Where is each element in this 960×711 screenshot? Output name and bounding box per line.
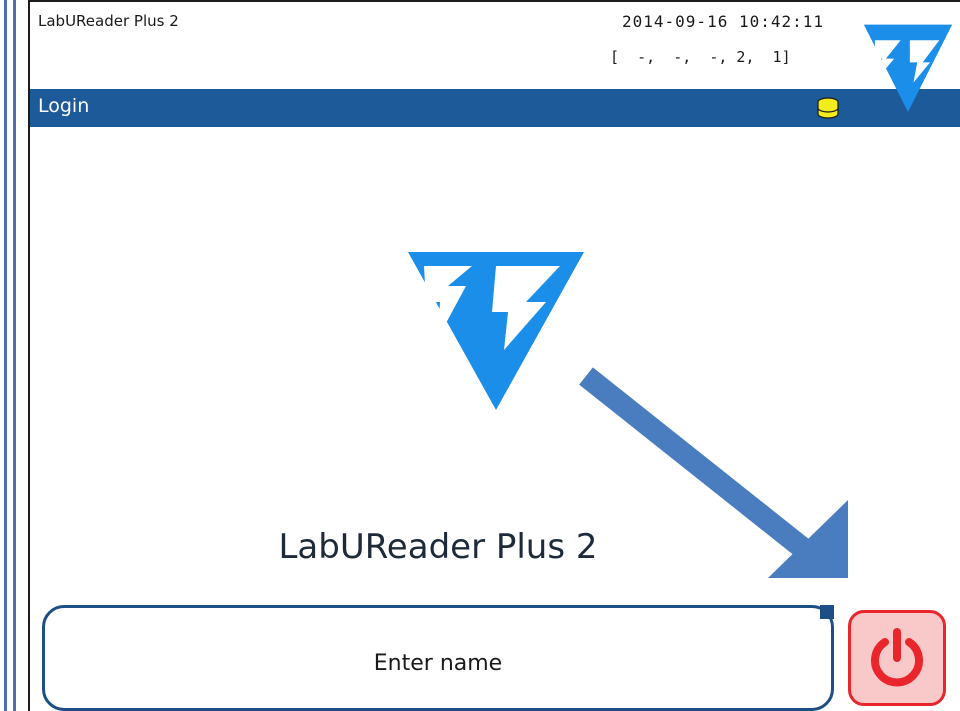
title-bar: Login [30, 89, 960, 127]
brand-logo-icon [408, 252, 584, 410]
page-title: Login [38, 95, 90, 117]
input-corner-tab [820, 605, 834, 619]
annotation-arrow [579, 367, 848, 578]
power-button[interactable] [848, 610, 946, 706]
database-icon [817, 97, 839, 119]
left-frame-line [4, 0, 7, 711]
power-icon [871, 628, 923, 687]
name-input-placeholder: Enter name [373, 650, 503, 676]
date-time: 2014-09-16 10:42:11 [622, 12, 825, 31]
left-frame-line-inner [13, 0, 16, 711]
corner-brand-logo-icon [863, 24, 953, 112]
app-title: LabUReader Plus 2 [38, 12, 179, 30]
name-input[interactable]: Enter name [42, 605, 834, 711]
top-status-bar: LabUReader Plus 2 2014-09-16 10:42:11 [ … [30, 2, 960, 89]
status-indicators: [ -, -, -, 2, 1] [610, 48, 791, 66]
device-screen: LabUReader Plus 2 2014-09-16 10:42:11 [ … [28, 0, 960, 711]
